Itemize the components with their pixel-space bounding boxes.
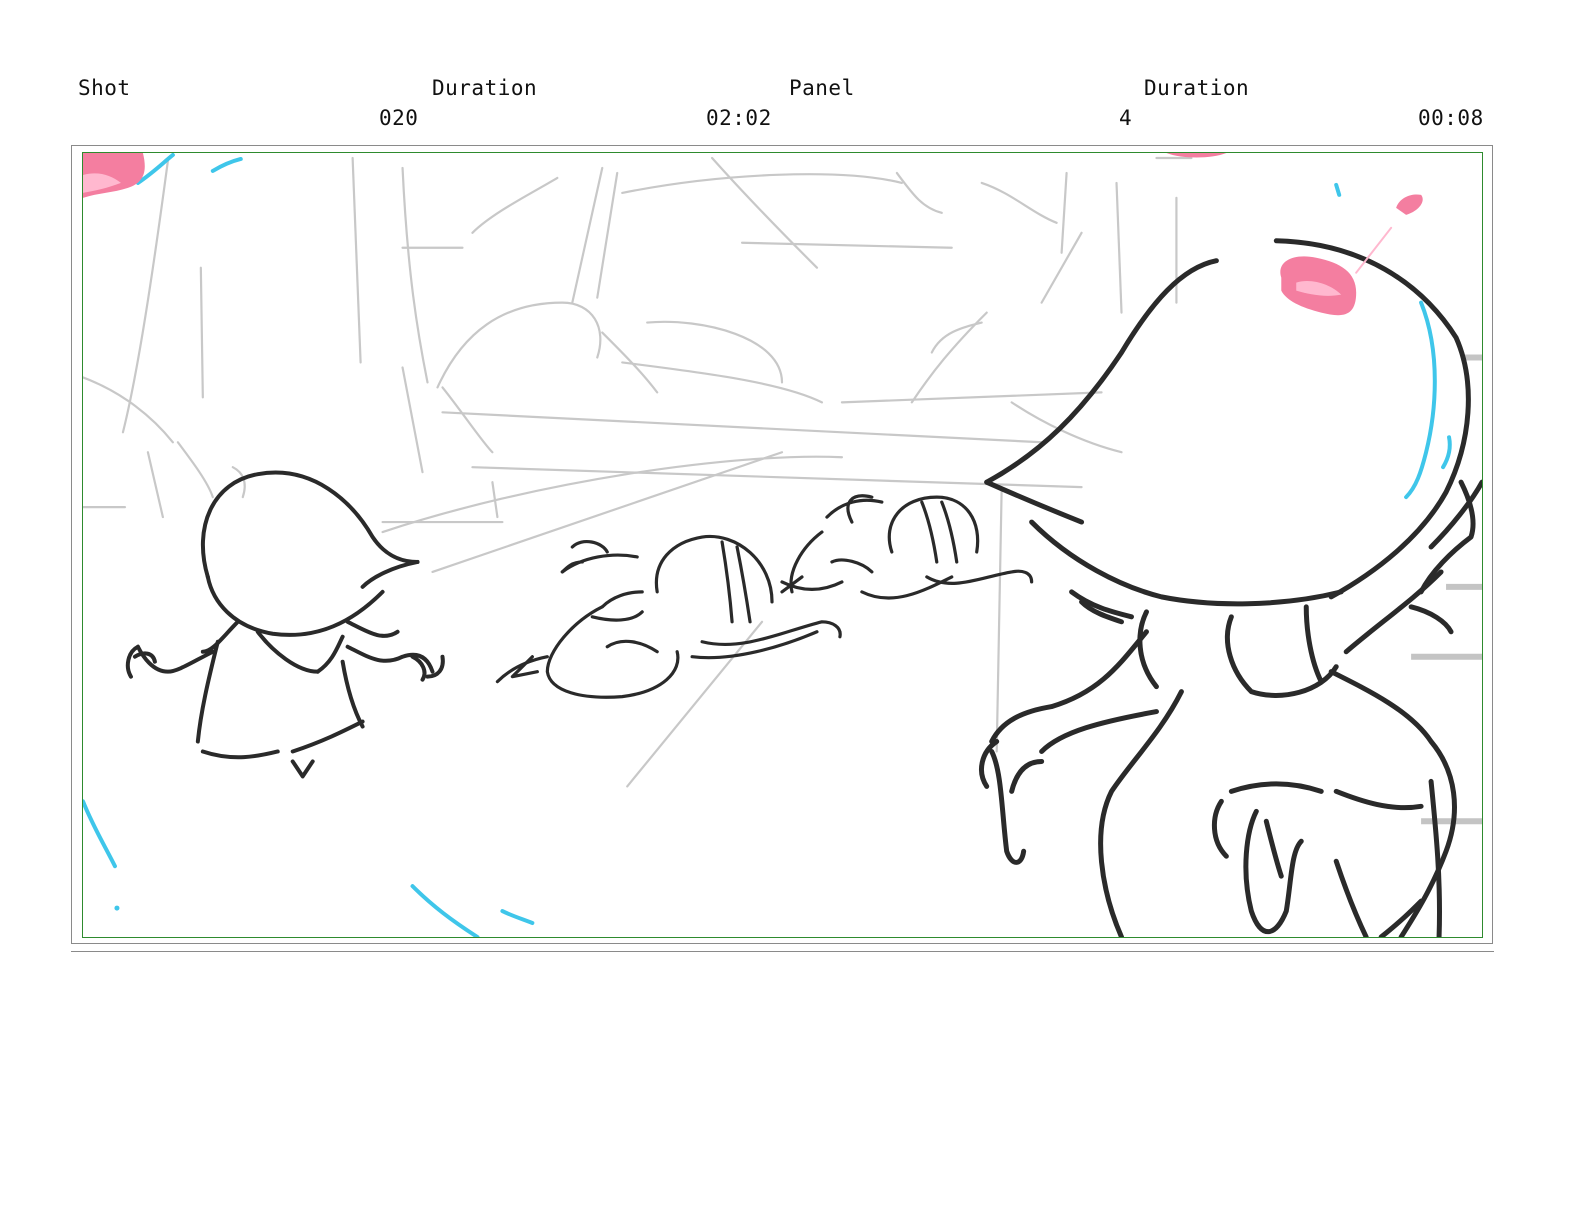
shot-number: 020 (379, 106, 419, 130)
panel-divider-line (71, 951, 1494, 952)
storyboard-panel-frame[interactable] (82, 152, 1483, 938)
background-sketch-lines (83, 156, 1193, 788)
blue-dot (114, 905, 120, 911)
right-character-sketch (979, 238, 1482, 937)
left-character-sketch (125, 470, 445, 779)
panel-label: Panel (789, 76, 855, 100)
shot-duration-value: 02:02 (706, 106, 772, 130)
pink-accent-strokes (83, 153, 1423, 316)
blue-accent-strokes (83, 153, 1452, 937)
panel-duration-label: Duration (1144, 76, 1250, 100)
middle-creatures-sketch (495, 494, 1034, 699)
shot-duration-label: Duration (432, 76, 538, 100)
shot-label: Shot (78, 76, 131, 100)
storyboard-sketch (83, 153, 1482, 937)
panel-duration-value: 00:08 (1418, 106, 1484, 130)
panel-number: 4 (1119, 106, 1133, 130)
